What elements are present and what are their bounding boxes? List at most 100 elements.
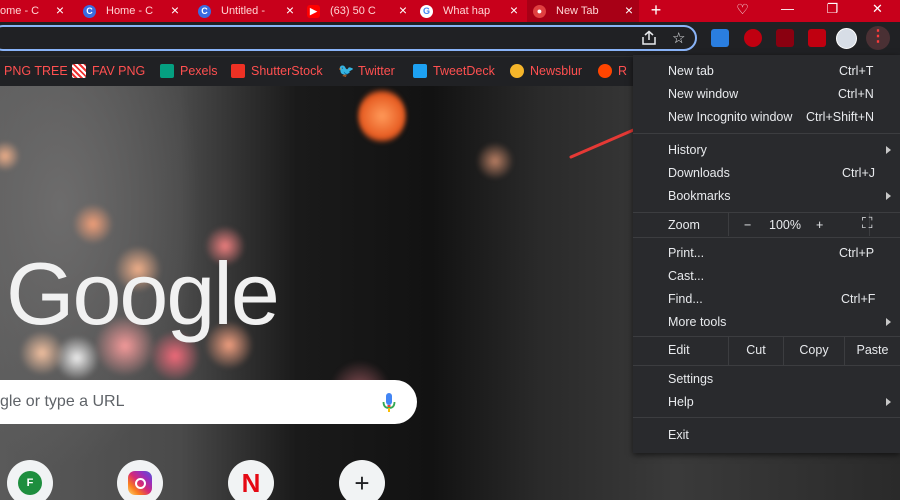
- tab-youtube[interactable]: ▶ (63) 50 C ×: [305, 0, 413, 22]
- menu-item-help[interactable]: Help: [668, 392, 694, 412]
- tab-title: New Tab: [556, 5, 599, 17]
- bokeh-light: [476, 142, 514, 180]
- bookmark-tweetdeck[interactable]: TweetDeck: [413, 64, 495, 78]
- bookmark-label: ShutterStock: [251, 64, 323, 78]
- tab-strip: ome - C × C Home - C × C Untitled - × ▶ …: [0, 0, 900, 22]
- tab-close-icon[interactable]: ×: [286, 2, 294, 18]
- bookmark-label: PNG TREE: [4, 64, 68, 78]
- bookmark-png-tree[interactable]: PNG TREE: [4, 64, 68, 78]
- microphone-icon[interactable]: [382, 392, 396, 414]
- netflix-icon: N: [241, 467, 261, 498]
- paste-button[interactable]: Paste: [845, 336, 900, 365]
- extension-2-icon[interactable]: [744, 29, 762, 47]
- bookmark-star-icon[interactable]: ☆: [672, 29, 685, 47]
- new-tab-button[interactable]: +: [645, 0, 667, 22]
- pexels-icon: [160, 64, 174, 78]
- menu-item-downloads[interactable]: Downloads: [668, 163, 730, 183]
- menu-item-new-tab[interactable]: New tab: [668, 61, 714, 81]
- tab-new-tab[interactable]: ● New Tab ×: [527, 0, 639, 22]
- tab-close-icon[interactable]: ×: [399, 2, 407, 18]
- favpng-icon: [72, 64, 86, 78]
- bookmark-pexels[interactable]: Pexels: [160, 64, 218, 78]
- bookmark-label: TweetDeck: [433, 64, 495, 78]
- minimize-button[interactable]: —: [765, 0, 810, 22]
- submenu-arrow-icon: [886, 398, 891, 406]
- tab-title: ome - C: [0, 5, 40, 17]
- menu-item-settings[interactable]: Settings: [668, 369, 713, 389]
- bookmark-twitter[interactable]: 🐦 Twitter: [338, 63, 395, 79]
- tab-untitled[interactable]: C Untitled - ×: [190, 0, 300, 22]
- bookmark-label: Newsblur: [530, 64, 583, 78]
- bookmark-newsblur[interactable]: Newsblur: [510, 64, 582, 78]
- shutterstock-icon: [231, 64, 245, 78]
- zoom-in-button[interactable]: +: [816, 215, 823, 235]
- bookmark-label: R: [618, 64, 628, 78]
- bokeh-light: [73, 204, 113, 244]
- bookmark-reddit[interactable]: R: [598, 64, 627, 78]
- zoom-level: 100%: [769, 218, 801, 232]
- submenu-arrow-icon: [886, 318, 891, 326]
- canva-tab-icon: C: [83, 4, 96, 18]
- shortcut-tile[interactable]: N: [228, 460, 274, 500]
- menu-item-new-incognito-window[interactable]: New Incognito window: [668, 107, 792, 127]
- submenu-arrow-icon: [886, 192, 891, 200]
- extension-4-icon[interactable]: [808, 29, 826, 47]
- tab-close-icon[interactable]: ×: [510, 2, 518, 18]
- menu-item-cast[interactable]: Cast...: [668, 266, 704, 286]
- menu-item-history[interactable]: History: [668, 140, 707, 160]
- menu-item-find[interactable]: Find...: [668, 289, 703, 309]
- tab-close-icon[interactable]: ×: [56, 2, 64, 18]
- add-shortcut-button[interactable]: +: [339, 460, 385, 500]
- newsblur-icon: [510, 64, 524, 78]
- bookmark-label: Pexels: [180, 64, 218, 78]
- tab-what-hap[interactable]: G What hap ×: [418, 0, 524, 22]
- menu-item-print[interactable]: Print...: [668, 243, 704, 263]
- copy-button[interactable]: Copy: [784, 336, 844, 365]
- bokeh-light: [358, 88, 406, 144]
- menu-item-exit[interactable]: Exit: [668, 425, 689, 445]
- menu-separator: [633, 133, 900, 134]
- maximize-button[interactable]: ❐: [810, 0, 855, 22]
- extension-1-icon[interactable]: [711, 29, 729, 47]
- bookmark-label: FAV PNG: [92, 64, 146, 78]
- tab-search-icon[interactable]: ♡: [720, 0, 765, 22]
- chrome-menu: New tab Ctrl+T New window Ctrl+N New Inc…: [633, 55, 900, 453]
- chrome-menu-button[interactable]: ⋮: [866, 26, 890, 50]
- canva-tab-icon: C: [198, 4, 211, 18]
- tab-title: Home - C: [106, 5, 154, 17]
- bookmark-fav-png[interactable]: FAV PNG: [72, 64, 145, 78]
- tab-title: What hap: [443, 5, 491, 17]
- menu-item-bookmarks[interactable]: Bookmarks: [668, 186, 731, 206]
- menu-item-more-tools[interactable]: More tools: [668, 312, 726, 332]
- menu-separator: [633, 237, 900, 238]
- instagram-icon: [128, 471, 152, 495]
- fullscreen-icon[interactable]: ⛶: [862, 214, 873, 234]
- bokeh-light: [0, 141, 20, 171]
- extension-3-icon[interactable]: [776, 29, 794, 47]
- youtube-tab-icon: ▶: [307, 4, 320, 18]
- menu-separator: [633, 417, 900, 418]
- tab-close-icon[interactable]: ×: [625, 2, 633, 18]
- address-bar[interactable]: [0, 25, 697, 51]
- shortcut-label: Ctrl+P: [839, 246, 875, 260]
- menu-item-new-window[interactable]: New window: [668, 84, 738, 104]
- shortcut-label: Ctrl+T: [839, 64, 874, 78]
- tab-home-2[interactable]: C Home - C ×: [75, 0, 185, 22]
- search-input[interactable]: gle or type a URL: [0, 393, 125, 411]
- share-icon[interactable]: [640, 30, 658, 46]
- bookmark-shutterstock[interactable]: ShutterStock: [231, 64, 323, 78]
- zoom-out-button[interactable]: −: [744, 215, 751, 235]
- shortcut-tile[interactable]: [117, 460, 163, 500]
- newtab-tab-icon: ●: [533, 4, 546, 18]
- bookmark-label: Twitter: [358, 64, 395, 78]
- twitter-icon: 🐦: [338, 63, 355, 78]
- tab-close-icon[interactable]: ×: [171, 2, 179, 18]
- shortcut-tile[interactable]: F: [7, 460, 53, 500]
- search-box[interactable]: gle or type a URL: [0, 380, 417, 424]
- google-tab-icon: G: [420, 4, 433, 18]
- tab-home-1[interactable]: ome - C ×: [0, 0, 70, 22]
- menu-item-zoom: Zoom: [668, 218, 700, 232]
- cut-button[interactable]: Cut: [729, 336, 783, 365]
- profile-avatar[interactable]: [836, 28, 857, 49]
- close-window-button[interactable]: ✕: [855, 0, 900, 22]
